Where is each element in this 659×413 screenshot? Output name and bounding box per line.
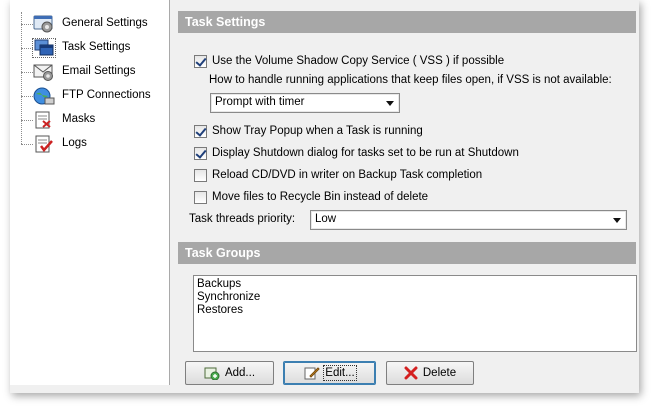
recycle-bin-label: Move files to Recycle Bin instead of del…: [212, 191, 429, 203]
tree-item-label: Task Settings: [62, 41, 131, 53]
add-icon: [204, 367, 220, 380]
tree-item-general-settings[interactable]: General Settings: [10, 12, 169, 36]
recycle-bin-checkbox[interactable]: [194, 190, 207, 204]
vss-fallback-dropdown[interactable]: Prompt with timer: [210, 93, 400, 113]
ftp-connections-icon: [33, 87, 55, 105]
shutdown-dialog-label: Display Shutdown dialog for tasks set to…: [212, 147, 519, 159]
show-tray-popup-option[interactable]: Show Tray Popup when a Task is running: [194, 122, 423, 140]
tree-item-masks[interactable]: Masks: [10, 108, 169, 132]
chevron-down-icon: [613, 218, 621, 223]
tree-item-logs[interactable]: Logs: [10, 132, 169, 156]
use-vss-checkbox[interactable]: [194, 54, 207, 68]
add-button-label: Add...: [224, 367, 256, 379]
vss-fallback-value: Prompt with timer: [215, 96, 305, 108]
use-vss-label: Use the Volume Shadow Copy Service ( VSS…: [212, 55, 505, 67]
reload-cd-label: Reload CD/DVD in writer on Backup Task c…: [212, 169, 483, 181]
chevron-down-icon: [386, 101, 394, 106]
tree-item-task-settings[interactable]: Task Settings: [10, 36, 169, 60]
logs-icon: [35, 135, 53, 153]
add-group-button[interactable]: Add...: [185, 361, 274, 385]
list-item[interactable]: Backups: [197, 278, 633, 291]
tree-item-label: Email Settings: [62, 65, 136, 77]
tree-item-email-settings[interactable]: Email Settings: [10, 60, 169, 84]
shutdown-dialog-checkbox[interactable]: [194, 146, 207, 160]
delete-group-button[interactable]: Delete: [386, 361, 474, 385]
threads-priority-dropdown[interactable]: Low: [310, 210, 627, 230]
masks-icon: [35, 111, 51, 129]
tree-item-label: General Settings: [62, 17, 148, 29]
task-settings-header: Task Settings: [178, 11, 636, 33]
delete-button-label: Delete: [422, 367, 457, 379]
edit-group-button[interactable]: Edit...: [283, 361, 376, 385]
tree-item-label: Masks: [62, 113, 96, 125]
reload-cd-option[interactable]: Reload CD/DVD in writer on Backup Task c…: [194, 166, 482, 184]
task-groups-list[interactable]: Backups Synchronize Restores: [193, 275, 637, 352]
use-vss-option[interactable]: Use the Volume Shadow Copy Service ( VSS…: [194, 52, 504, 70]
general-settings-icon: [33, 15, 53, 33]
show-tray-popup-checkbox[interactable]: [194, 124, 207, 138]
list-item[interactable]: Synchronize: [197, 291, 633, 304]
task-groups-header: Task Groups: [178, 242, 636, 264]
reload-cd-checkbox[interactable]: [194, 168, 207, 182]
tree-item-label: Logs: [62, 137, 87, 149]
threads-priority-label: Task threads priority:: [189, 213, 296, 225]
email-settings-icon: [33, 64, 53, 81]
vss-hint-text: How to handle running applications that …: [209, 74, 612, 86]
recycle-bin-option[interactable]: Move files to Recycle Bin instead of del…: [194, 188, 428, 206]
shutdown-dialog-option[interactable]: Display Shutdown dialog for tasks set to…: [194, 144, 519, 162]
show-tray-popup-label: Show Tray Popup when a Task is running: [212, 125, 423, 137]
tree-item-ftp-connections[interactable]: FTP Connections: [10, 84, 169, 108]
tree-item-label: FTP Connections: [62, 89, 151, 101]
threads-priority-value: Low: [315, 213, 337, 225]
list-item[interactable]: Restores: [197, 304, 633, 317]
task-settings-icon: [32, 38, 56, 58]
delete-icon: [404, 366, 418, 380]
edit-button-label: Edit...: [323, 365, 357, 381]
settings-tree: General Settings Task Settings Email Set…: [10, 0, 170, 385]
edit-icon: [304, 367, 321, 380]
options-window: General Settings Task Settings Email Set…: [10, 0, 639, 393]
